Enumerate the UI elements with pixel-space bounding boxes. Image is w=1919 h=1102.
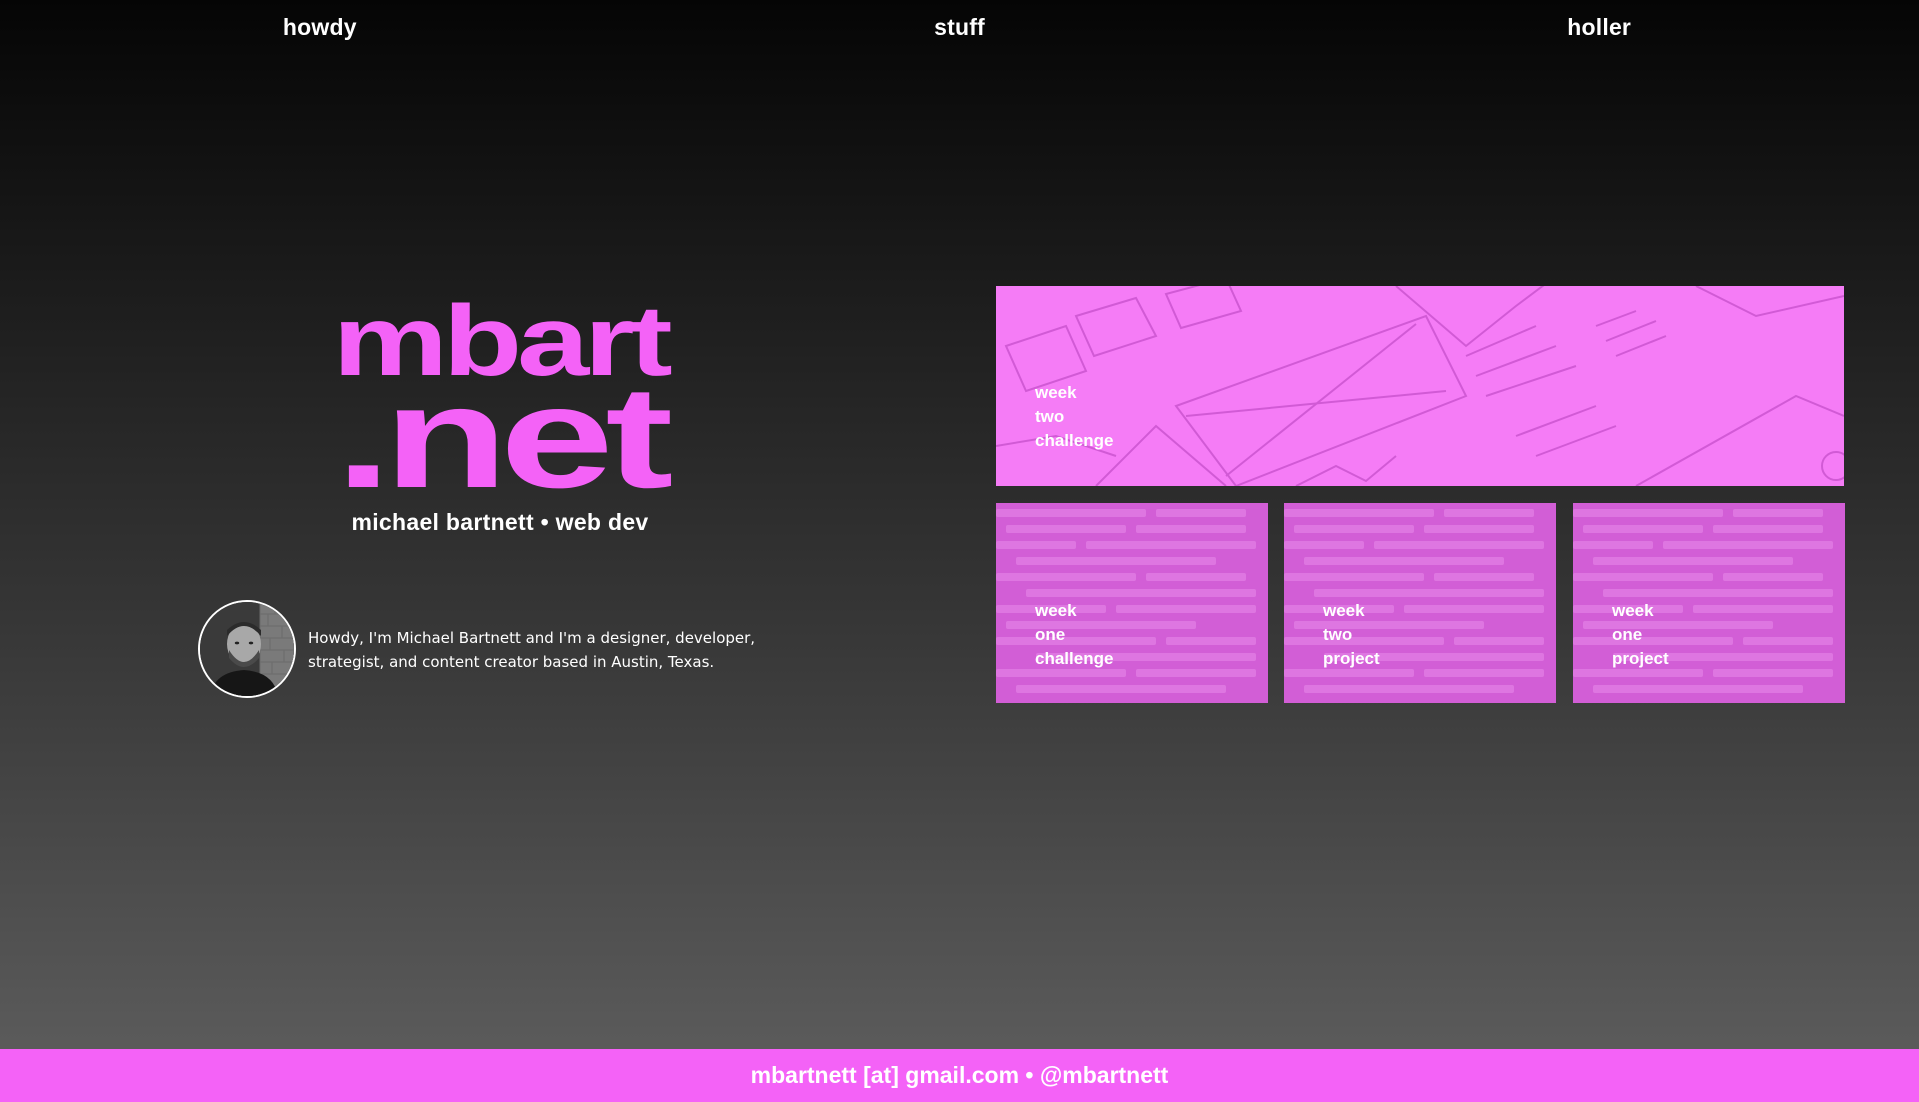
project-tile-week-one-project[interactable]: week one project: [1573, 503, 1845, 703]
wireframe-sketch-image: [996, 286, 1844, 486]
tile-label: week two challenge: [1035, 383, 1114, 450]
project-tile-week-one-challenge[interactable]: week one challenge: [996, 503, 1268, 703]
project-tile-week-two-project[interactable]: week two project: [1284, 503, 1556, 703]
site-logo: mbart .net: [325, 280, 676, 510]
tagline: michael bartnett • web dev: [351, 509, 649, 535]
tile-label: week two project: [1323, 601, 1380, 668]
bio-section: Howdy, I'm Michael Bartnett and I'm a de…: [198, 600, 758, 700]
tile-label: week one project: [1612, 601, 1669, 668]
footer-contact[interactable]: mbartnett [at] gmail.com • @mbartnett: [0, 1049, 1919, 1102]
avatar: [198, 600, 296, 698]
top-nav: howdy stuff holler: [0, 0, 1919, 56]
project-tile-week-two-challenge[interactable]: week two challenge: [996, 286, 1844, 486]
logo-line-2: .net: [335, 356, 672, 510]
nav-link-stuff[interactable]: stuff: [640, 0, 1280, 56]
tile-label: week one challenge: [1035, 601, 1114, 668]
bio-text: Howdy, I'm Michael Bartnett and I'm a de…: [308, 629, 756, 671]
nav-link-howdy[interactable]: howdy: [0, 0, 640, 56]
nav-link-holler[interactable]: holler: [1279, 0, 1919, 56]
